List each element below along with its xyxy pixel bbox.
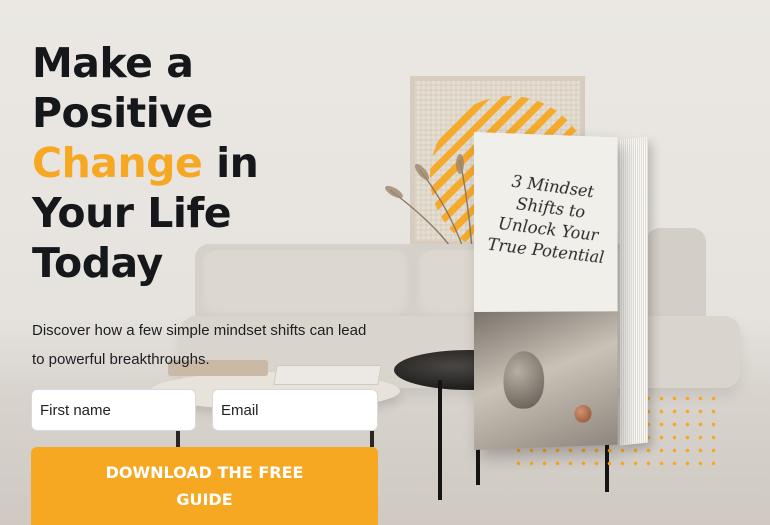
book-cover: 3 Mindset Shifts to Unlock Your True Pot… <box>474 132 618 450</box>
headline-highlight: Change <box>32 139 203 187</box>
first-name-field[interactable] <box>31 389 196 431</box>
ebook-mockup: 3 Mindset Shifts to Unlock Your True Pot… <box>474 132 656 450</box>
book-cover-photo <box>474 311 618 450</box>
book-title: 3 Mindset Shifts to Unlock Your True Pot… <box>486 171 606 268</box>
page-headline: Make a Positive Change in Your Life Toda… <box>32 38 352 288</box>
vase-image <box>503 350 545 410</box>
side-table-leg <box>438 380 442 500</box>
book-pages <box>620 136 648 446</box>
fruit-image <box>574 404 592 423</box>
download-guide-button[interactable]: DOWNLOAD THE FREE GUIDE <box>31 447 378 525</box>
headline-text: Make a Positive <box>32 39 213 137</box>
hero-subtext: Discover how a few simple mindset shifts… <box>32 322 367 368</box>
email-field[interactable] <box>212 389 378 431</box>
